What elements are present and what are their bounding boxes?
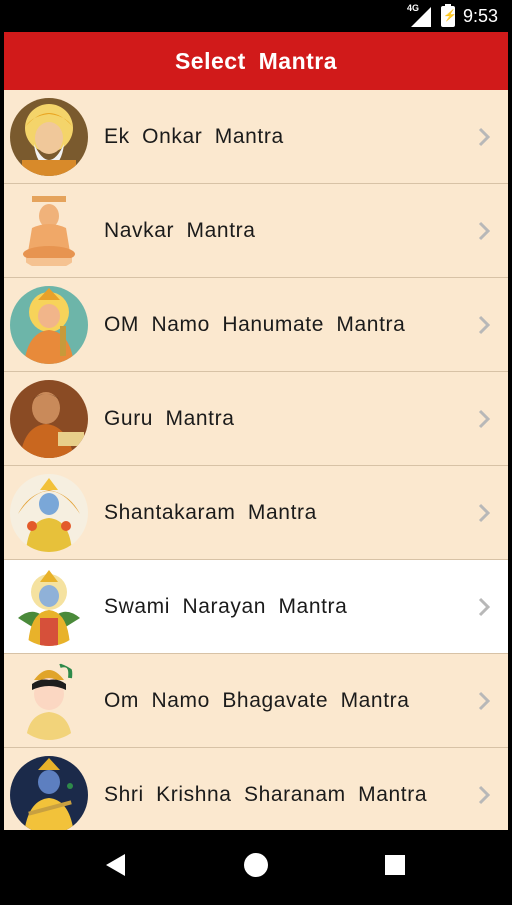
recents-square-icon: [385, 855, 405, 875]
narayan-portrait-icon: [10, 567, 88, 646]
list-item-ek-onkar[interactable]: Ek Onkar Mantra: [4, 90, 508, 184]
list-item-swami-narayan[interactable]: Swami Narayan Mantra: [4, 560, 508, 654]
home-button[interactable]: [226, 830, 286, 900]
guru-portrait-icon: [10, 379, 88, 458]
app-window: Select Mantra Ek Onkar Mantra Navkar Man…: [4, 32, 508, 830]
status-icons: 4G ⚡ 9:53: [407, 0, 498, 32]
list-item-label: Navkar Mantra: [104, 218, 256, 242]
page-title: Select Mantra: [174, 47, 338, 74]
list-item-hanumate[interactable]: OM Namo Hanumate Mantra: [4, 278, 508, 372]
list-item-navkar[interactable]: Navkar Mantra: [4, 184, 508, 278]
status-bar: 4G ⚡ 9:53: [0, 0, 512, 32]
vishnu-portrait-icon: [10, 473, 88, 552]
krishna-child-portrait-icon: [10, 661, 88, 740]
guru-nanak-portrait-icon: [10, 97, 88, 176]
back-triangle-icon: [106, 854, 125, 876]
krishna-flute-portrait-icon: [10, 755, 88, 830]
list-item-shantakaram[interactable]: Shantakaram Mantra: [4, 466, 508, 560]
chevron-right-icon: [478, 597, 491, 616]
cell-signal-icon: 4G: [406, 3, 433, 27]
chevron-right-icon: [478, 127, 491, 146]
list-item-krishna-sharanam[interactable]: Shri Krishna Sharanam Mantra: [4, 748, 508, 830]
chevron-right-icon: [478, 785, 491, 804]
list-item-label: Ek Onkar Mantra: [104, 124, 284, 148]
home-circle-icon: [244, 853, 268, 877]
app-header: Select Mantra: [4, 32, 508, 90]
recents-button[interactable]: [365, 830, 425, 900]
list-item-bhagavate[interactable]: Om Namo Bhagavate Mantra: [4, 654, 508, 748]
chevron-right-icon: [478, 409, 491, 428]
list-item-label: Swami Narayan Mantra: [104, 594, 348, 618]
system-navigation-bar: [0, 830, 512, 900]
jain-tirthankara-idol-icon: [10, 191, 88, 270]
list-item-label: OM Namo Hanumate Mantra: [104, 312, 406, 336]
list-item-label: Shantakaram Mantra: [104, 500, 317, 524]
chevron-right-icon: [478, 315, 491, 334]
list-item-label: Guru Mantra: [104, 406, 235, 430]
battery-icon: ⚡: [440, 3, 457, 27]
chevron-right-icon: [478, 221, 491, 240]
network-type-label: 4G: [406, 3, 419, 13]
back-button[interactable]: [85, 830, 145, 900]
chevron-right-icon: [478, 503, 491, 522]
list-item-guru[interactable]: Guru Mantra: [4, 372, 508, 466]
clock-time: 9:53: [462, 5, 498, 26]
mantra-list: Ek Onkar Mantra Navkar Mantra OM Namo Ha…: [4, 90, 508, 830]
list-item-label: Shri Krishna Sharanam Mantra: [104, 782, 428, 806]
chevron-right-icon: [478, 691, 491, 710]
hanuman-portrait-icon: [10, 285, 88, 364]
list-item-label: Om Namo Bhagavate Mantra: [104, 688, 410, 712]
